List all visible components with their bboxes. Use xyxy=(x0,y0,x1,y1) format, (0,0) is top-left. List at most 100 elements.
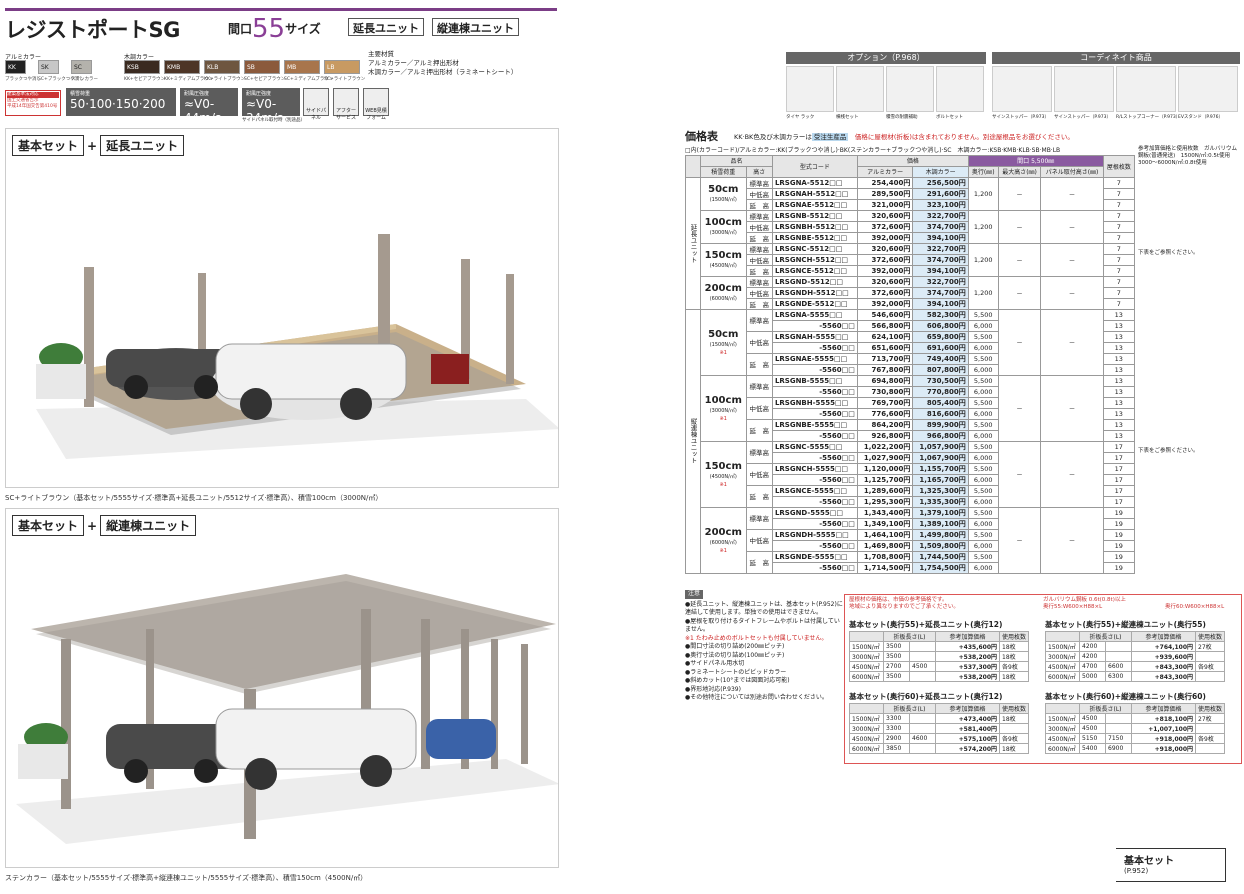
note-item: ●間口寸法の切り詰め(200㎜ピッチ) xyxy=(685,643,785,650)
wind-spec-1: 耐風圧強度 ≈V0-44m/s xyxy=(180,88,238,125)
roof-note-left: 屋根材の価格は、市価の参考価格です。 地域により異なりますのでご了承ください。 xyxy=(849,597,959,610)
table-row: 1500N/㎡ 3500 +435,600円 18枚 xyxy=(849,641,1030,652)
carport-tate-image xyxy=(6,509,558,867)
option-thumbnail xyxy=(1116,66,1176,112)
swatch-caption: SC+ライトブラウン xyxy=(324,77,366,82)
option-caption: EVスタンド（P.976） xyxy=(1178,115,1223,120)
combo-label-1: 基本セット + 延長ユニット xyxy=(12,135,185,156)
notes-box: 注意 ●延長ユニット、縦連棟ユニットは、基本セット(P.952)に連結して使用し… xyxy=(685,590,843,701)
carport-extension-image xyxy=(6,129,558,487)
side-note-tate: 下表をご参照ください。 xyxy=(1138,448,1199,454)
options-heading: オプション（P.968） xyxy=(786,52,986,64)
table-row: 150cm (4500N/㎡) 標準高 LRSGNC-5512□□ 320,600円 32… xyxy=(686,242,1136,277)
swatch-kk: KK xyxy=(5,60,26,74)
table-row: 1500N/㎡ 4500 +818,100円 27枚 xyxy=(1045,713,1226,724)
swatch-lb: LB xyxy=(324,60,360,74)
note-item: ●ラミネートシートのピビッドカラー xyxy=(685,668,787,676)
wind-spec-note: サイドパネル取付時（別途品） xyxy=(242,118,305,123)
table-row: 100cm (3000N/㎡) ※1 標準高 LRSGNB-5555□□ 694,800円… xyxy=(686,374,1136,442)
price-table: 品名 型式コード 価格 間口 5,500㎜ 屋根枚数 積雪荷重 高さ アルミカラ… xyxy=(685,155,1136,574)
option-caption: サインストッパー（P.973） xyxy=(992,115,1049,120)
table-row: 1500N/㎡ 4200 +764,100円 27枚 xyxy=(1045,641,1226,652)
side-note-top: 参考加算価格と使用枚数 ガルバリウム鋼板(普通発送) 1500N/㎡:0.5t使… xyxy=(1138,146,1238,166)
note-item: ●その他特注については別途お問い合わせください。 xyxy=(685,694,828,701)
photo-caption-2: ステンカラー（基本セット/5555サイズ·標準高+縦連棟ユニット/5555サイズ… xyxy=(5,874,368,882)
roof-note-right: ガルバリウム鋼板 0.6t(0.8t)以上 奥行55:W600×H88×L xyxy=(1043,597,1126,610)
swatch-caption: ステンカラー xyxy=(71,77,98,82)
web-estimate-icon: WEB見積フォーム xyxy=(363,88,389,121)
option-caption: ボルトセット xyxy=(936,115,963,120)
table-row: 6000N/㎡ 5400 6900 +918,000円 xyxy=(1045,743,1226,754)
option-thumbnail xyxy=(786,66,834,112)
table-row: 4500N/㎡ 5150 7150 +918,000円 各9枚 xyxy=(1045,733,1226,744)
table-row: 3000N/㎡ 3500 +538,200円 18枚 xyxy=(849,651,1030,662)
roof-price-area: 屋根材の価格は、市価の参考価格です。 地域により異なりますのでご了承ください。 ガ… xyxy=(844,594,1242,764)
note-item: ●界形地対応(P.939) xyxy=(685,685,741,693)
right-page: オプション（P.968） コーディネイト商品 タイヤ ラック 横桟セット 積雪の耐震… xyxy=(682,0,1244,894)
note-item: ●屋根を取り付けるタイトフレームやボルトは付属していません。 xyxy=(685,617,840,634)
table-row: 200cm (6000N/㎡) ※1 標準高 LRSGND-5555□□ 1,343,40… xyxy=(686,506,1136,574)
subtable-title: 基本セット(奥行60)+延長ユニット(奥行12) xyxy=(849,692,1003,701)
tag-extension-unit: 延長ユニット xyxy=(348,18,424,36)
frontage-label: 間口55サイズ xyxy=(228,14,321,44)
product-title: レジストポートSG xyxy=(5,18,180,42)
table-row: 1500N/㎡ 3300 +473,400円 18枚 xyxy=(849,713,1030,724)
table-row: 150cm (4500N/㎡) ※1 標準高 LRSGNC-5555□□ 1,022,20… xyxy=(686,440,1136,508)
wind-spec-2: 耐風圧強度 ≈V0-34m/s xyxy=(242,88,300,125)
coordinate-heading: コーディネイト商品 xyxy=(992,52,1240,64)
left-page: レジストポートSG 間口55サイズ 延長ユニット 縦連棟ユニット アルミカラー … xyxy=(0,0,562,894)
subtable-title: 基本セット(奥行55)+延長ユニット(奥行12) xyxy=(849,620,1003,629)
option-thumbnail xyxy=(886,66,934,112)
subtable-1: 基本セット(奥行55)+延長ユニット(奥行12) 折板長さ(L) 参考加算価格 使用枚… xyxy=(849,619,1030,682)
subtable-title: 基本セット(奥行55)+縦連棟ユニット(奥行55) xyxy=(1045,620,1206,629)
material-info: 主要材質 アルミカラー／アルミ押出形材 木調カラー／アルミ押出形材（ラミネートシ… xyxy=(368,50,518,76)
subtable-title: 基本セット(奥行60)+縦連棟ユニット(奥行60) xyxy=(1045,692,1206,701)
option-caption: サインストッパー（P.973） xyxy=(1054,115,1111,120)
table-row: 200cm (6000N/㎡) 標準高 LRSGND-5512□□ 320,600円 32… xyxy=(686,275,1136,310)
snow-load-spec: 積雪荷重 50·100·150·200㎝ xyxy=(66,88,176,127)
swatch-caption: KK+ライトブラウン xyxy=(204,77,246,82)
photo-tate: 基本セット + 縦連棟ユニット xyxy=(5,508,559,868)
photo-caption-1: SC+ライトブラウン（基本セット/5555サイズ·標準高+延長ユニット/5512… xyxy=(5,494,383,502)
option-caption: R/Lストップコーナー（P.973） xyxy=(1116,115,1181,120)
note-item: ●延長ユニット、縦連棟ユニットは、基本セット(P.952)に連結して使用します。… xyxy=(685,600,843,617)
table-row: 100cm (3000N/㎡) 標準高 LRSGNB-5512□□ 320,600円 32… xyxy=(686,209,1136,244)
option-thumbnail xyxy=(936,66,984,112)
option-caption: タイヤ ラック xyxy=(786,115,815,120)
table-row: 6000N/㎡ 5000 6300 +843,300円 xyxy=(1045,671,1226,682)
compliance-badge: 建築基準法対応 国土交通省告示 平成14年国交告第410号 xyxy=(5,90,61,116)
table-row: 4500N/㎡ 4700 6600 +843,300円 各9枚 xyxy=(1045,661,1226,672)
swatch-klb: KLB xyxy=(204,60,240,74)
price-note: KK·BK色及び木調カラーは 受注生産品 価格に屋根材(折板)は含まれておりません… xyxy=(734,133,1074,141)
table-row: 4500N/㎡ 2900 4600 +575,100円 各9枚 xyxy=(849,733,1030,744)
color-code-note: □内(カラーコード)/アルミカラー:KK(ブラックつや消し)·BK(ステンカラー… xyxy=(685,147,1061,154)
table-row: 6000N/㎡ 3850 +574,200円 18枚 xyxy=(849,743,1030,754)
group-label-tate: 縦連棟ユニット xyxy=(685,308,701,574)
swatch-caption: KK+セピアブラウン xyxy=(124,77,166,82)
option-thumbnail xyxy=(1178,66,1238,112)
swatch-ksb: KSB xyxy=(124,60,160,74)
subtable-2: 基本セット(奥行55)+縦連棟ユニット(奥行55) 折板長さ(L) 参考加算価格 使用… xyxy=(1045,619,1226,682)
table-row: 縦連棟ユニット 50cm (1500N/㎡) ※1 標準高 LRSGNA-5555□□ 54… xyxy=(685,308,1136,574)
basic-set-reference[interactable]: 基本セット (P.952) xyxy=(1116,848,1226,882)
table-row: 3000N/㎡ 4200 +939,600円 xyxy=(1045,651,1226,662)
swatch-sb: SB xyxy=(244,60,280,74)
subtable-3: 基本セット(奥行60)+延長ユニット(奥行12) 折板長さ(L) 参考加算価格 使用枚… xyxy=(849,691,1030,754)
note-item: ●奥行寸法の切り詰め(100㎜ピッチ) xyxy=(685,651,785,659)
header-rule xyxy=(5,8,557,11)
note-item: ●サイドパネル用水切 xyxy=(685,660,745,667)
price-table-title: 価格表 xyxy=(685,130,718,143)
swatch-caption: SC+セピアブラウン xyxy=(244,77,286,82)
swatch-kmb: KMB xyxy=(164,60,200,74)
note-item: ※1 たわみ止めのボルトセットも付属していません。 xyxy=(685,634,828,642)
option-caption: 積雪の耐震補助 xyxy=(886,115,918,120)
option-thumbnail xyxy=(836,66,884,112)
swatch-caption: ブラックつや消し xyxy=(5,77,41,82)
option-thumbnail xyxy=(1054,66,1114,112)
table-row: 6000N/㎡ 3500 +538,200円 18枚 xyxy=(849,671,1030,682)
tag-tate-unit: 縦連棟ユニット xyxy=(432,18,519,36)
side-note-ext: 下表をご参照ください。 xyxy=(1138,250,1199,256)
table-row: 3000N/㎡ 3300 +581,400円 xyxy=(849,723,1030,734)
swatch-sk: SK xyxy=(38,60,59,74)
table-row: 3000N/㎡ 4500 +1,007,100円 xyxy=(1045,723,1226,734)
